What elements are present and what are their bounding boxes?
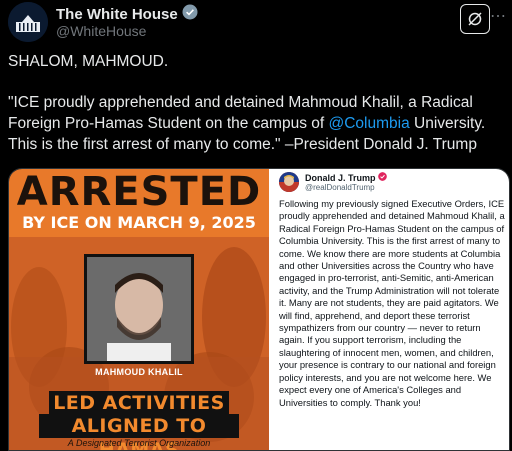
white-house-avatar[interactable] bbox=[8, 2, 48, 42]
gray-verified-badge bbox=[182, 4, 198, 25]
columbia-mention-link[interactable]: @Columbia bbox=[329, 115, 410, 132]
card-name-row: Donald J. Trump bbox=[305, 172, 387, 183]
name-row: The White House bbox=[56, 4, 198, 25]
poster-banner-line-2: ALIGNED TO HAMAS bbox=[39, 414, 239, 450]
card-handle: @realDonaldTrump bbox=[305, 183, 375, 192]
verified-badge bbox=[377, 172, 387, 183]
poster-title: ARRESTED bbox=[16, 169, 262, 215]
handle[interactable]: @WhiteHouse bbox=[56, 23, 146, 39]
tweet-quote: "ICE proudly apprehended and detained Ma… bbox=[8, 92, 504, 155]
tweet-header: The White House @WhiteHouse ⋯ bbox=[8, 2, 506, 44]
truth-social-post-image[interactable]: Donald J. Trump @realDonaldTrump Followi… bbox=[269, 169, 509, 450]
tweet-line-1: SHALOM, MAHMOUD. bbox=[8, 53, 169, 70]
grok-icon[interactable] bbox=[460, 4, 490, 34]
card-display-name: Donald J. Trump bbox=[305, 172, 376, 183]
poster-footer: A Designated Terrorist Organization bbox=[67, 438, 211, 448]
poster-banner-line-1: LED ACTIVITIES bbox=[49, 391, 229, 415]
portrait-photo bbox=[84, 254, 194, 364]
media-attachment[interactable]: ARRESTED BY ICE ON MARCH 9, 2025 MAHMOUD… bbox=[8, 168, 510, 451]
arrest-poster-image[interactable]: ARRESTED BY ICE ON MARCH 9, 2025 MAHMOUD… bbox=[9, 169, 269, 450]
more-icon[interactable]: ⋯ bbox=[490, 4, 506, 34]
display-name[interactable]: The White House bbox=[56, 6, 178, 23]
card-body-text: Following my previously signed Executive… bbox=[279, 198, 505, 408]
photo-caption: MAHMOUD KHALIL bbox=[95, 367, 183, 377]
trump-avatar bbox=[279, 172, 299, 192]
poster-subtitle: BY ICE ON MARCH 9, 2025 bbox=[22, 213, 256, 232]
